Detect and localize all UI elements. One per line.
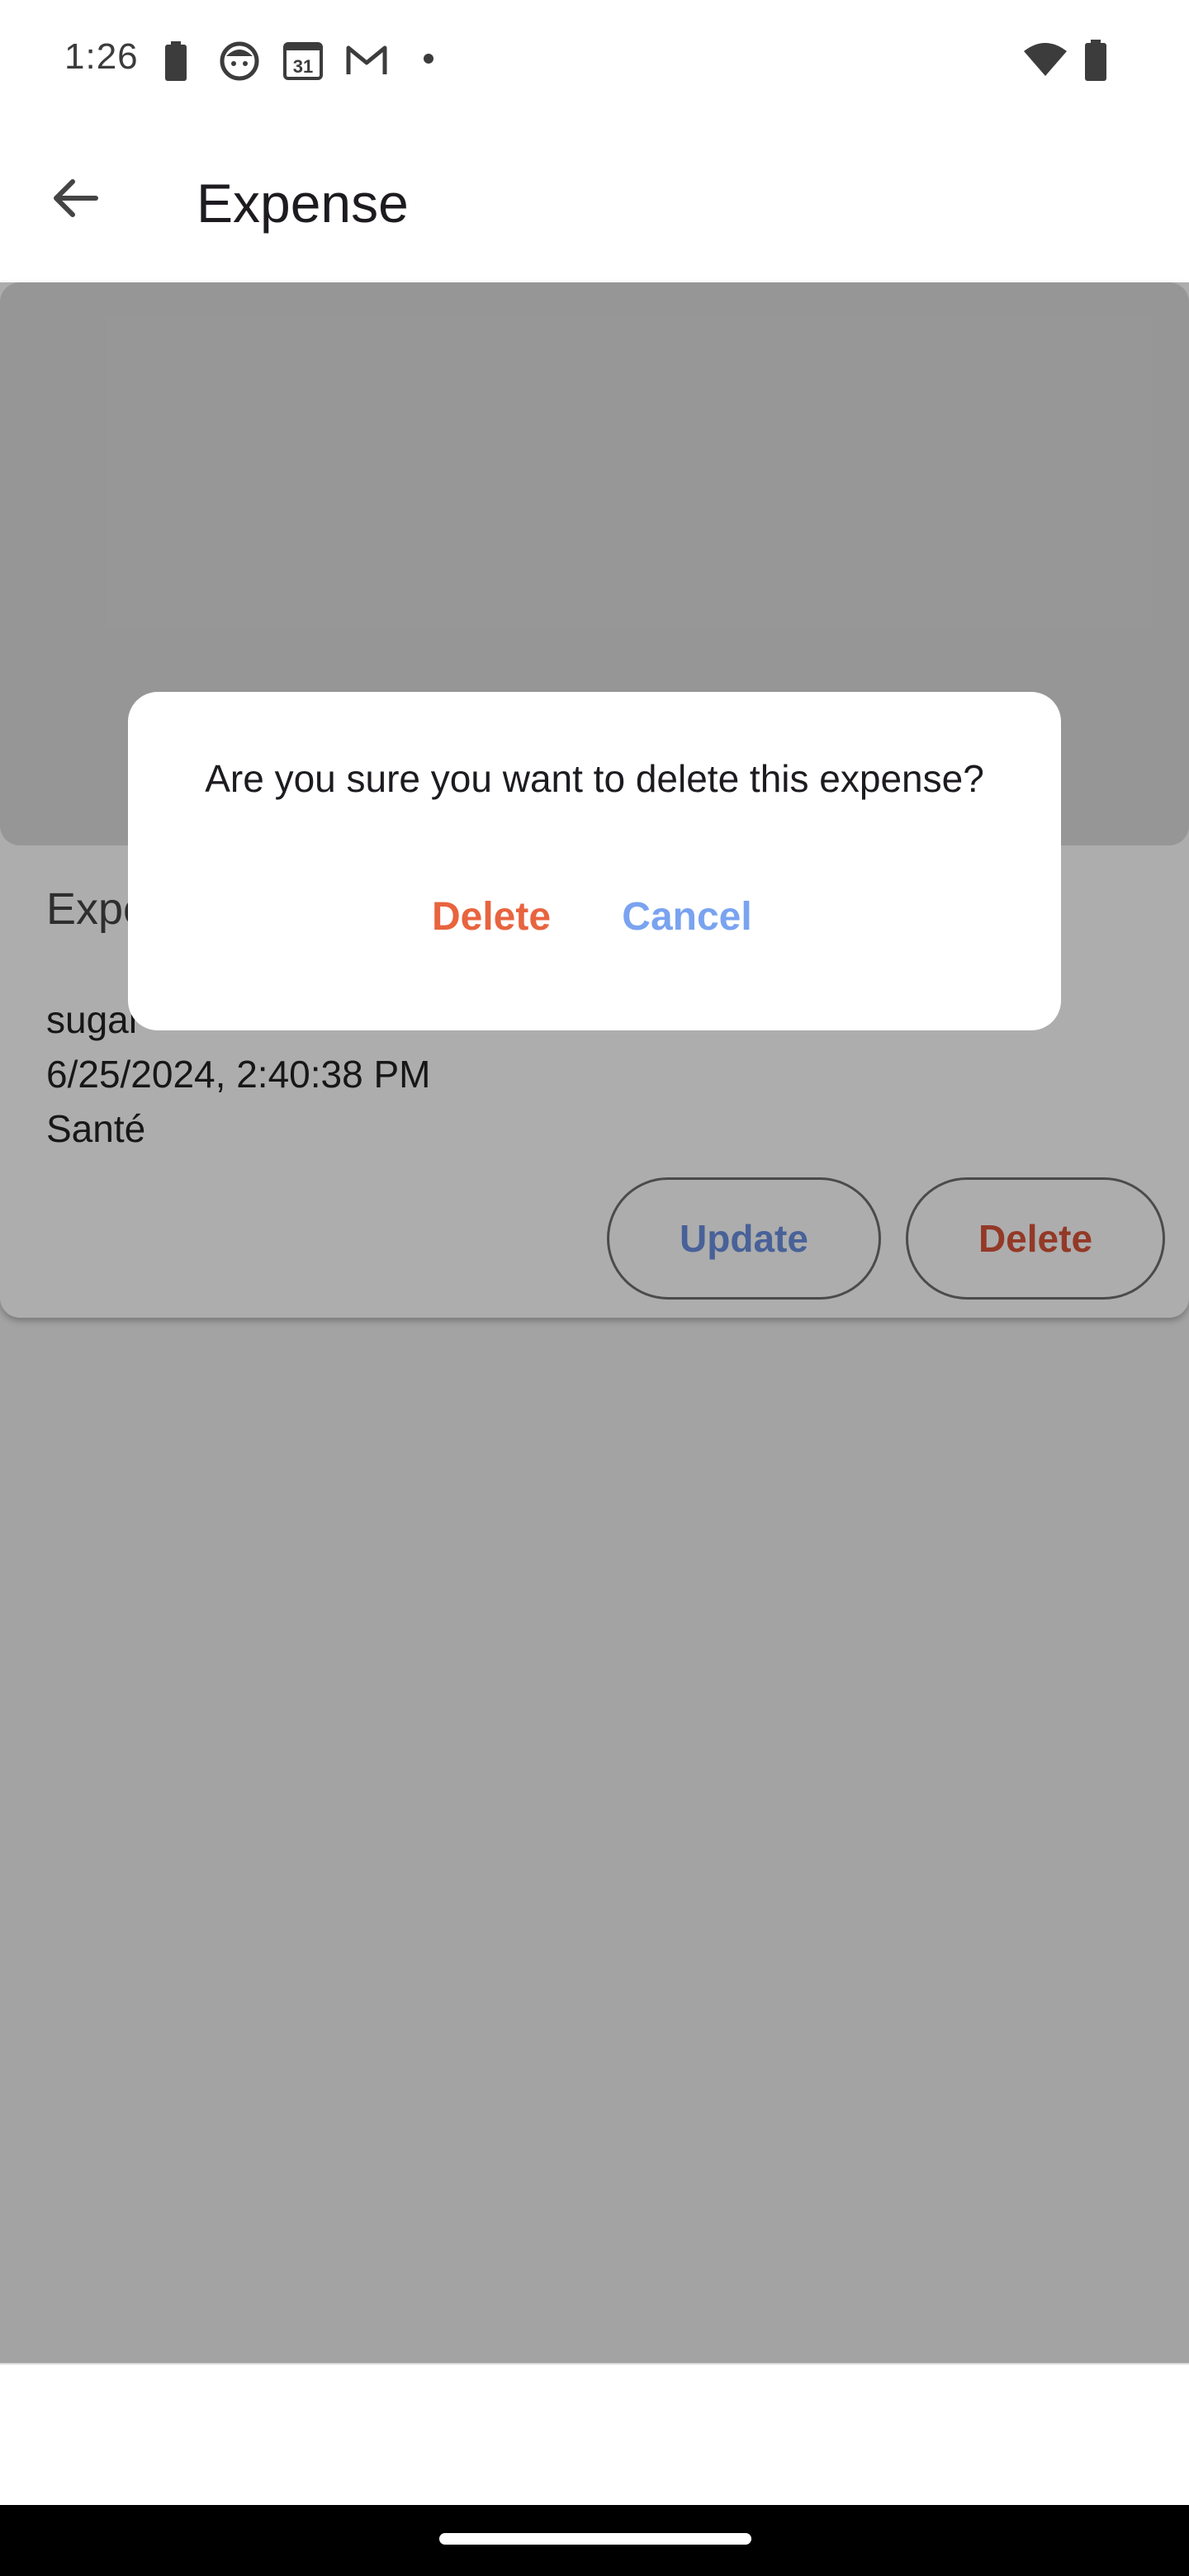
battery-saver-icon <box>163 41 188 85</box>
arrow-back-icon <box>50 172 102 229</box>
status-time: 1:26 <box>64 36 139 77</box>
status-bar: 1:26 31 <box>0 0 1189 119</box>
app-bar: Expense <box>0 119 1189 282</box>
svg-text:31: 31 <box>293 56 313 77</box>
calendar-icon: 31 <box>282 40 324 85</box>
wifi-icon <box>1022 41 1068 82</box>
dialog-scrim[interactable] <box>0 282 1189 2363</box>
bottom-panel <box>0 2363 1189 2505</box>
dialog-message: Are you sure you want to delete this exp… <box>205 757 984 800</box>
dialog-delete-button[interactable]: Delete <box>425 883 557 949</box>
home-indicator[interactable] <box>439 2533 751 2545</box>
dialog-cancel-button[interactable]: Cancel <box>615 883 759 949</box>
page-title: Expense <box>197 173 409 234</box>
system-nav-bar <box>0 2505 1189 2576</box>
face-icon <box>220 41 259 85</box>
back-button[interactable] <box>41 165 111 234</box>
battery-icon <box>1083 40 1108 85</box>
gmail-icon <box>345 43 388 80</box>
dot-icon <box>423 53 434 69</box>
delete-confirm-dialog: Are you sure you want to delete this exp… <box>128 692 1061 1030</box>
